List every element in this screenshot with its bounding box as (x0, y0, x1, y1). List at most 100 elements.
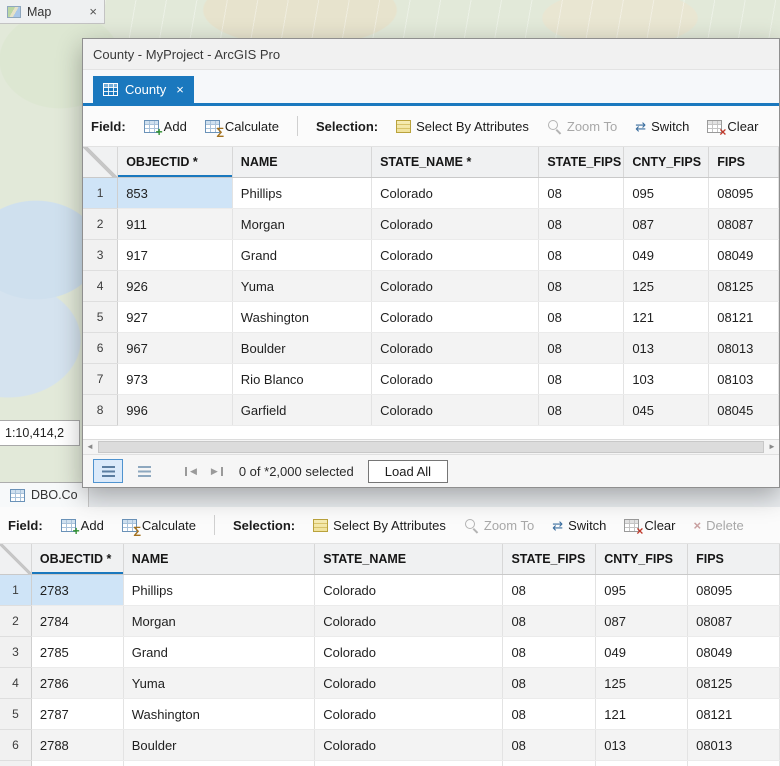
table-row[interactable]: 5 927 Washington Colorado 08 121 08121 (83, 301, 779, 333)
window-titlebar[interactable]: County - MyProject - ArcGIS Pro (83, 39, 779, 70)
cell[interactable]: 08 (538, 332, 625, 364)
table-row[interactable]: 3 917 Grand Colorado 08 049 08049 (83, 239, 779, 271)
cell[interactable]: Colorado (371, 208, 540, 240)
scroll-left-icon[interactable]: ◄ (83, 443, 97, 451)
cell[interactable]: Colorado (371, 239, 540, 271)
cell[interactable]: 08125 (687, 667, 780, 699)
cell[interactable]: 121 (595, 698, 689, 730)
row-number[interactable]: 7 (83, 363, 119, 395)
cell[interactable]: 2783 (31, 574, 124, 606)
cell[interactable]: Boulder (232, 332, 373, 364)
table-row[interactable]: 6 967 Boulder Colorado 08 013 08013 (83, 332, 779, 364)
cell[interactable]: 927 (117, 301, 233, 333)
cell[interactable]: Colorado (371, 332, 540, 364)
cell[interactable]: 08049 (708, 239, 779, 271)
cell[interactable]: Morgan (232, 208, 373, 240)
cell[interactable]: Yuma (123, 667, 316, 699)
cell[interactable]: 08125 (708, 270, 779, 302)
cell[interactable]: Yuma (232, 270, 373, 302)
row-number[interactable]: 2 (0, 605, 32, 637)
table-row[interactable]: 2 911 Morgan Colorado 08 087 08087 (83, 208, 779, 240)
cell[interactable]: 087 (595, 605, 689, 637)
cell[interactable]: Washington (232, 301, 373, 333)
add-field-button[interactable]: Add (60, 518, 104, 537)
cell[interactable]: Colorado (314, 729, 504, 761)
table-view-button[interactable] (93, 459, 123, 483)
cell[interactable]: 2784 (31, 605, 124, 637)
cell[interactable]: Colorado (371, 301, 540, 333)
row-number[interactable]: 2 (83, 208, 119, 240)
row-number[interactable]: 8 (83, 394, 119, 426)
table-row[interactable]: 8 996 Garfield Colorado 08 045 08045 (83, 394, 779, 426)
cell[interactable]: 853 (117, 177, 233, 209)
row-number[interactable]: 3 (0, 636, 32, 668)
cell[interactable]: 2786 (31, 667, 124, 699)
column-header[interactable]: FIPS (708, 147, 779, 178)
horizontal-scrollbar[interactable]: ◄ ► (83, 439, 779, 454)
cell[interactable]: Colorado (314, 698, 504, 730)
cell[interactable]: 967 (117, 332, 233, 364)
cell[interactable]: Phillips (232, 177, 373, 209)
row-number[interactable]: 1 (83, 177, 119, 209)
cell[interactable]: 08013 (687, 729, 780, 761)
tab-county-view[interactable]: County × (93, 76, 194, 103)
table-row[interactable]: 2 2784 Morgan Colorado 08 087 08087 (0, 605, 780, 637)
select-by-attributes-button[interactable]: Select By Attributes (396, 119, 529, 134)
county-window[interactable]: County - MyProject - ArcGIS Pro County ×… (82, 38, 780, 488)
table-row[interactable]: 7 973 Rio Blanco Colorado 08 103 08103 (83, 363, 779, 395)
cell[interactable]: Colorado (371, 270, 540, 302)
calculate-button[interactable]: Calculate (121, 518, 196, 537)
column-header[interactable]: STATE_FIPS (538, 147, 625, 178)
column-header[interactable]: CNTY_FIPS (623, 147, 710, 178)
first-record-icon[interactable]: ◀ (185, 466, 200, 476)
select-all-corner[interactable] (83, 147, 119, 178)
calculate-button[interactable]: Calculate (204, 119, 279, 138)
column-header[interactable]: OBJECTID * (31, 544, 124, 575)
cell[interactable]: 08 (502, 667, 597, 699)
cell[interactable]: 08095 (687, 574, 780, 606)
column-header[interactable]: STATE_NAME * (371, 147, 540, 178)
cell[interactable]: 08045 (708, 394, 779, 426)
row-number[interactable]: 3 (83, 239, 119, 271)
cell[interactable]: Colorado (314, 667, 504, 699)
row-number[interactable]: 4 (83, 270, 119, 302)
cell[interactable]: 103 (623, 363, 710, 395)
column-header[interactable]: OBJECTID * (117, 147, 233, 178)
cell[interactable]: Colorado (371, 363, 540, 395)
attribute-table-county[interactable]: OBJECTID * NAME STATE_NAME * STATE_FIPS CNTY… (83, 147, 779, 426)
cell[interactable]: 087 (623, 208, 710, 240)
cell[interactable]: Grand (123, 636, 316, 668)
cell[interactable]: 08 (538, 208, 625, 240)
cell[interactable]: 08121 (708, 301, 779, 333)
cell[interactable]: 095 (623, 177, 710, 209)
cell[interactable]: 013 (623, 332, 710, 364)
cell[interactable]: 08 (538, 239, 625, 271)
cell[interactable]: Grand (232, 239, 373, 271)
table-row[interactable]: 6 2788 Boulder Colorado 08 013 08013 (0, 729, 780, 761)
table-row[interactable]: 4 2786 Yuma Colorado 08 125 08125 (0, 667, 780, 699)
cell[interactable]: 049 (595, 636, 689, 668)
cell[interactable]: 08049 (687, 636, 780, 668)
row-number[interactable]: 6 (0, 729, 32, 761)
cell[interactable]: Washington (123, 698, 316, 730)
cell[interactable]: 2785 (31, 636, 124, 668)
close-icon[interactable]: × (176, 83, 184, 96)
tab-map[interactable]: Map × (0, 0, 105, 24)
switch-selection-button[interactable]: ⇄ Switch (635, 119, 689, 134)
cell[interactable]: Colorado (314, 574, 504, 606)
row-number[interactable]: 5 (83, 301, 119, 333)
cell[interactable]: 08103 (708, 363, 779, 395)
cell[interactable]: Colorado (371, 394, 540, 426)
cell[interactable]: 08 (502, 698, 597, 730)
clear-selection-button[interactable]: Clear (624, 518, 676, 537)
cell[interactable]: 121 (623, 301, 710, 333)
last-record-icon[interactable]: ▶ (208, 466, 223, 476)
cell[interactable]: 08 (502, 605, 597, 637)
cell[interactable]: Morgan (123, 605, 316, 637)
select-by-attributes-button[interactable]: Select By Attributes (313, 518, 446, 533)
cell[interactable]: 08 (502, 729, 597, 761)
cell[interactable]: 095 (595, 574, 689, 606)
cell[interactable]: 049 (623, 239, 710, 271)
table-row[interactable]: 3 2785 Grand Colorado 08 049 08049 (0, 636, 780, 668)
column-header[interactable]: NAME (123, 544, 316, 575)
